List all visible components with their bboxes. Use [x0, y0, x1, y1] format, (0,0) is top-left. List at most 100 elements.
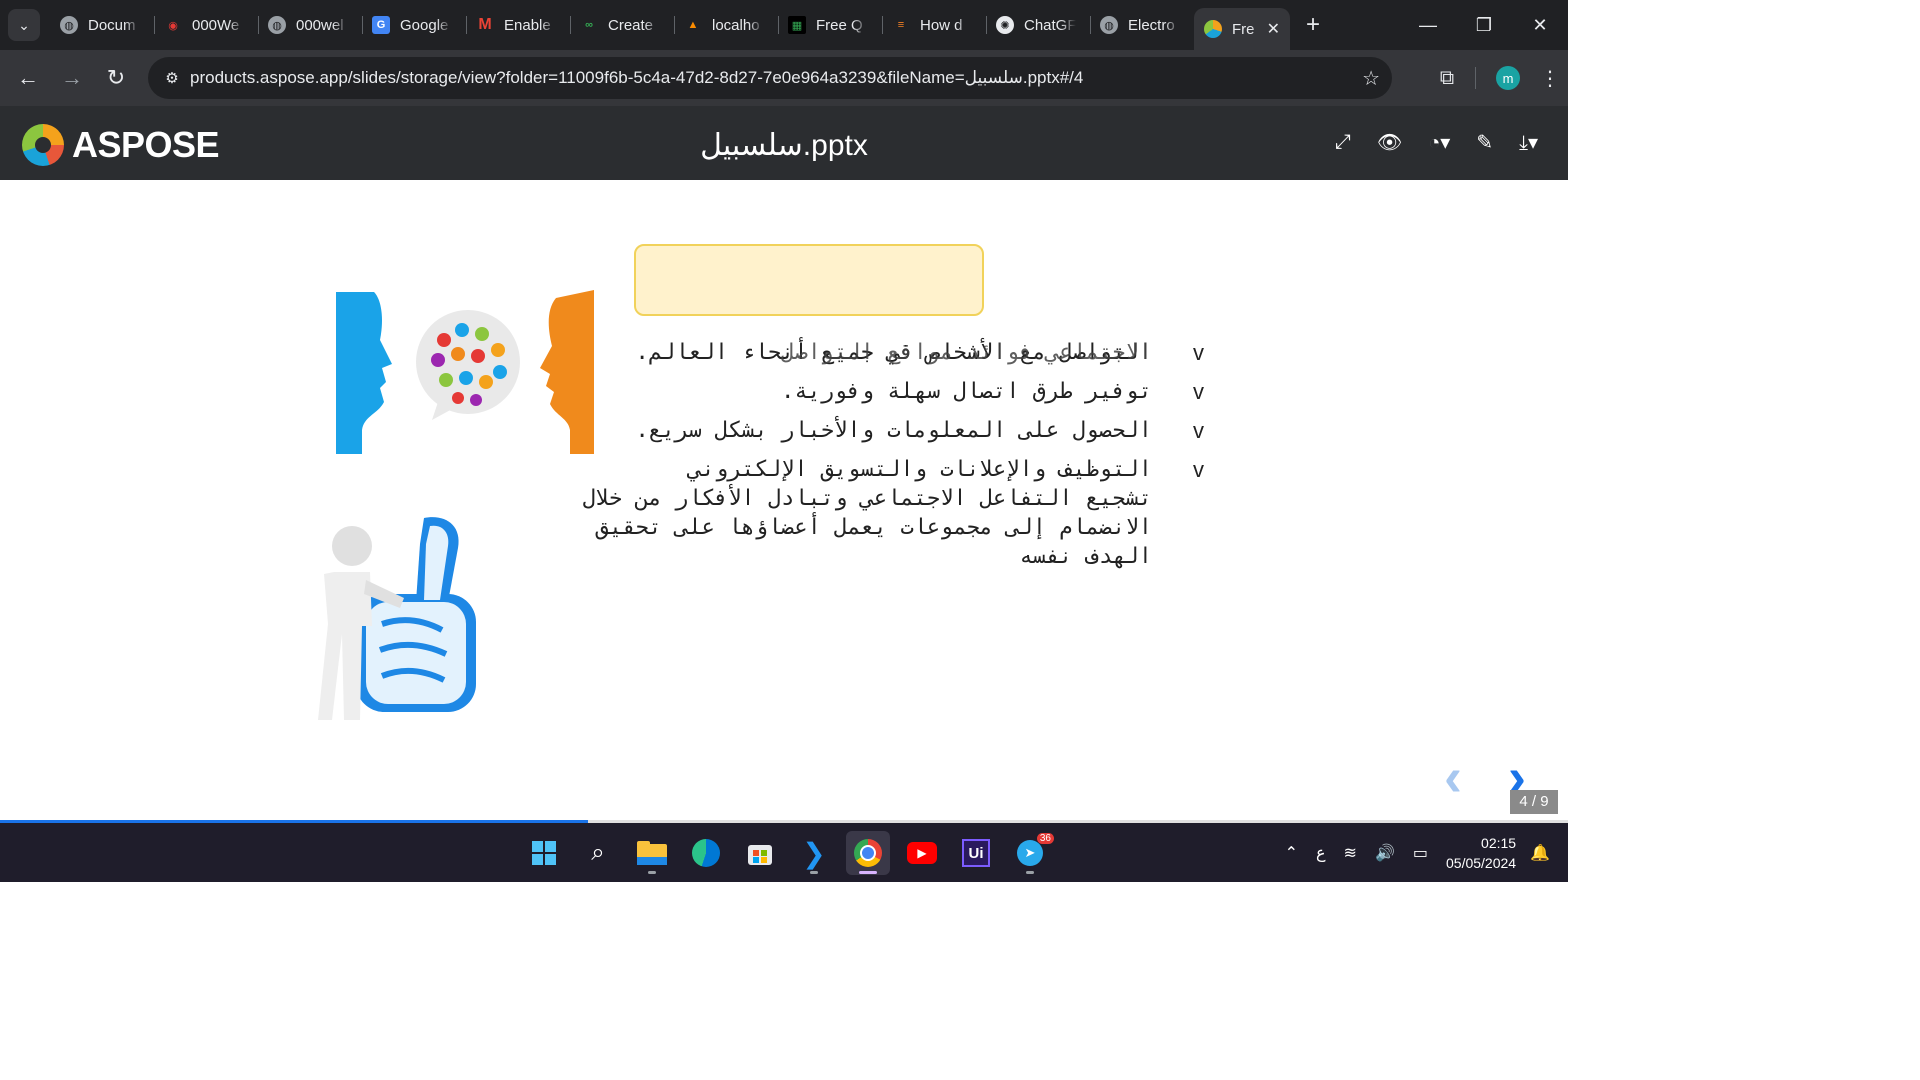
- volume-icon[interactable]: 🔊: [1375, 843, 1395, 863]
- url-text[interactable]: products.aspose.app/slides/storage/view?…: [190, 68, 1083, 88]
- chrome-icon[interactable]: [846, 831, 890, 875]
- bullet-text-continued: تشجيع التفاعل الاجتماعي وتبادل الأفكار م…: [582, 486, 1152, 569]
- clock-time: 02:15: [1481, 834, 1517, 851]
- aspose-header: ASPOSE سلسبيل.pptx ⤢ 👁 ◔▾ ✎ ⤓▾: [0, 106, 1568, 180]
- youtube-icon[interactable]: ▶: [900, 831, 944, 875]
- clock-date: 05/05/2024: [1446, 854, 1517, 871]
- fullscreen-icon[interactable]: ⤢: [1335, 131, 1351, 154]
- reload-icon[interactable]: ↻: [94, 65, 138, 91]
- address-bar[interactable]: ⚙ products.aspose.app/slides/storage/vie…: [148, 57, 1392, 99]
- tab-google-translate[interactable]: G Google: [362, 7, 466, 43]
- create-icon: ∞: [585, 19, 593, 31]
- bullet-marker: v: [1193, 418, 1204, 443]
- slide-title-box: [634, 244, 984, 316]
- history-clock-icon[interactable]: ◔▾: [1428, 130, 1450, 155]
- tab-free-qr[interactable]: ▦ Free Q: [778, 7, 882, 43]
- bullet-text: توفير طرق اتصال سهلة وفورية.: [781, 379, 1152, 404]
- gmail-icon: M: [478, 16, 492, 33]
- wifi-icon[interactable]: ≋: [1344, 843, 1357, 863]
- communication-heads-image: [336, 290, 594, 454]
- telegram-icon[interactable]: ➤ 36: [1008, 831, 1054, 875]
- stackoverflow-icon: ≡: [897, 19, 905, 31]
- browser-menu-icon[interactable]: ⋮: [1532, 66, 1568, 91]
- aspose-icon: [1204, 20, 1222, 38]
- bullet-item: v الحصول على المعلومات والأخبار بشكل سري…: [560, 416, 1210, 445]
- edge-icon[interactable]: [684, 831, 728, 875]
- thumbs-up-hand: [356, 517, 476, 712]
- telegram-badge: 36: [1036, 833, 1054, 844]
- bullet-list: v التواصل مع الأشخاص في جميع أنحاء العال…: [560, 338, 1210, 581]
- tab-strip: ⌄ ◍ Docum ◉ 000We ◍ 000wel G Google M En…: [0, 0, 1568, 50]
- back-arrow-icon[interactable]: ←: [6, 65, 50, 91]
- bullet-item: v توفير طرق اتصال سهلة وفورية.: [560, 377, 1210, 406]
- bullet-text: التوظيف والإعلانات والتسويق الإلكتروني: [688, 457, 1152, 482]
- site-settings-icon[interactable]: ⚙: [154, 69, 190, 87]
- extensions-icon[interactable]: ⧉: [1427, 67, 1467, 90]
- browser-toolbar: ← → ↻ ⚙ products.aspose.app/slides/stora…: [0, 50, 1568, 106]
- close-window-icon[interactable]: ✕: [1512, 15, 1568, 36]
- tab-create[interactable]: ∞ Create: [570, 7, 674, 43]
- xampp-icon: ▲: [687, 19, 699, 31]
- tab-localhost[interactable]: ▲ localho: [674, 7, 778, 43]
- minimize-icon[interactable]: —: [1400, 15, 1456, 36]
- globe-icon: ◍: [268, 16, 286, 34]
- forward-arrow-icon[interactable]: →: [50, 65, 94, 91]
- tab-000webhost-2[interactable]: ◍ 000wel: [258, 7, 362, 43]
- bullet-marker: v: [1193, 340, 1204, 365]
- tab-list: ◍ Docum ◉ 000We ◍ 000wel G Google M Enab…: [50, 0, 1290, 50]
- bookmark-star-icon[interactable]: ☆: [1362, 66, 1380, 91]
- window-controls: — ❐ ✕: [1400, 0, 1568, 50]
- globe-icon: ◍: [60, 16, 78, 34]
- eye-icon[interactable]: 👁: [1377, 130, 1402, 155]
- bullet-text: الحصول على المعلومات والأخبار بشكل سريع.: [635, 418, 1152, 443]
- windows-taskbar: ⌕ ❯ ▶ Ui ➤ 36 ⌃ ع ≋ 🔊 ▭ 02:15 05/05/2024…: [0, 823, 1568, 882]
- bullet-item: v التوظيف والإعلانات والتسويق الإلكتروني…: [560, 455, 1210, 571]
- toolbar-separator: [1475, 67, 1476, 89]
- restore-icon[interactable]: ❐: [1456, 15, 1512, 36]
- uipath-icon[interactable]: Ui: [954, 831, 998, 875]
- bullet-marker: v: [1193, 379, 1204, 404]
- tab-stackoverflow[interactable]: ≡ How d: [882, 7, 986, 43]
- download-icon[interactable]: ⤓▾: [1519, 130, 1538, 155]
- taskbar-apps: ⌕ ❯ ▶ Ui ➤ 36: [522, 831, 1062, 875]
- bullet-item: v التواصل مع الأشخاص في جميع أنحاء العال…: [560, 338, 1210, 367]
- blue-head-silhouette: [336, 292, 392, 454]
- clock[interactable]: 02:15 05/05/2024: [1446, 833, 1516, 873]
- tab-documentation[interactable]: ◍ Docum: [50, 7, 154, 43]
- chevron-up-icon[interactable]: ⌃: [1285, 843, 1298, 863]
- close-tab-icon[interactable]: ✕: [1267, 19, 1280, 39]
- input-language[interactable]: ع: [1316, 843, 1326, 863]
- tab-aspose-active[interactable]: Fre ✕: [1194, 8, 1290, 50]
- windows-start-icon[interactable]: [522, 831, 566, 875]
- overlapping-title-text: الاجتماعي فوائد مواقع التواصل: [781, 340, 1152, 365]
- edit-icon[interactable]: ✎: [1476, 130, 1493, 155]
- chatgpt-icon: ✺: [996, 16, 1014, 34]
- store-icon[interactable]: [738, 831, 782, 875]
- profile-avatar[interactable]: m: [1496, 66, 1520, 90]
- globe-icon: ◍: [1100, 16, 1118, 34]
- tab-chatgpt[interactable]: ✺ ChatGF: [986, 7, 1090, 43]
- previous-slide-chevron-icon[interactable]: ‹: [1444, 746, 1462, 808]
- qr-icon: ▦: [788, 16, 806, 34]
- header-actions: ⤢ 👁 ◔▾ ✎ ⤓▾: [1309, 130, 1538, 155]
- slide-canvas: v التواصل مع الأشخاص في جميع أنحاء العال…: [0, 180, 1568, 823]
- tab-search-button[interactable]: ⌄: [8, 9, 40, 41]
- 000webhost-icon: ◉: [168, 19, 178, 32]
- file-explorer-icon[interactable]: [630, 831, 674, 875]
- vscode-icon[interactable]: ❯: [792, 831, 836, 875]
- speech-bubble-icons: [416, 310, 520, 420]
- toolbar-right: ⧉ m ⋮: [1427, 50, 1568, 106]
- bullet-marker: v: [1193, 457, 1204, 482]
- google-translate-icon: G: [372, 16, 390, 34]
- search-icon[interactable]: ⌕: [576, 831, 620, 875]
- page-indicator: 4 / 9: [1510, 790, 1558, 814]
- system-tray: ⌃ ع ≋ 🔊 ▭ 02:15 05/05/2024 🔔: [1285, 823, 1568, 882]
- new-tab-button[interactable]: +: [1306, 11, 1320, 39]
- thumbs-up-figure-image: [318, 517, 476, 720]
- chevron-down-icon: ⌄: [18, 16, 30, 33]
- notification-bell-icon[interactable]: 🔔: [1530, 843, 1550, 863]
- tab-000webhost-1[interactable]: ◉ 000We: [154, 7, 258, 43]
- battery-icon[interactable]: ▭: [1413, 843, 1428, 863]
- tab-electron[interactable]: ◍ Electro: [1090, 7, 1194, 43]
- tab-gmail[interactable]: M Enable: [466, 7, 570, 43]
